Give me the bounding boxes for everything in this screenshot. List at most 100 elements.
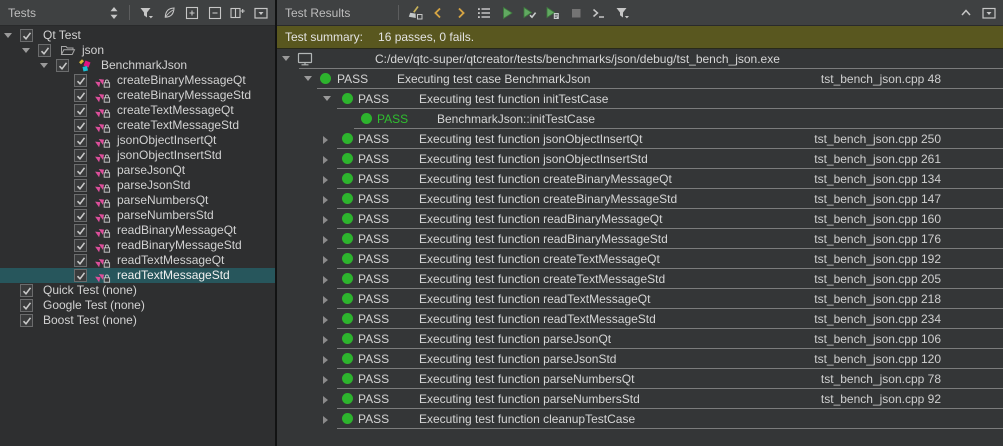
test-checkbox[interactable] bbox=[74, 209, 87, 222]
split-icon[interactable] bbox=[226, 1, 249, 24]
result-file-line[interactable]: tst_bench_json.cpp 218 bbox=[814, 289, 941, 309]
result-row[interactable]: PASSExecuting test function readBinaryMe… bbox=[277, 209, 1003, 229]
result-row[interactable]: PASSExecuting test function jsonObjectIn… bbox=[277, 129, 1003, 149]
stop-icon[interactable] bbox=[564, 1, 587, 24]
result-file-line[interactable]: tst_bench_json.cpp 250 bbox=[814, 129, 941, 149]
test-checkbox[interactable] bbox=[74, 74, 87, 87]
result-row[interactable]: PASSExecuting test function parseNumbers… bbox=[277, 389, 1003, 409]
result-row[interactable]: PASSExecuting test function readTextMess… bbox=[277, 309, 1003, 329]
tree-item-benchmarkjson[interactable]: BenchmarkJson bbox=[0, 58, 275, 73]
result-row[interactable]: PASSExecuting test function readBinaryMe… bbox=[277, 229, 1003, 249]
filter-icon[interactable] bbox=[610, 1, 633, 24]
expander-closed-icon[interactable] bbox=[323, 316, 328, 324]
result-row[interactable]: PASSExecuting test function createTextMe… bbox=[277, 249, 1003, 269]
result-file-line[interactable]: tst_bench_json.cpp 48 bbox=[821, 69, 941, 89]
result-row[interactable]: PASSExecuting test function createBinary… bbox=[277, 169, 1003, 189]
result-row[interactable]: PASSExecuting test function initTestCase bbox=[277, 89, 1003, 109]
tree-item-readtextmessageqt[interactable]: readTextMessageQt bbox=[0, 253, 275, 268]
result-row[interactable]: PASSExecuting test case BenchmarkJsontst… bbox=[277, 69, 1003, 89]
result-file-line[interactable]: tst_bench_json.cpp 234 bbox=[814, 309, 941, 329]
run-selected-icon[interactable] bbox=[518, 1, 541, 24]
tree-item-parsejsonstd[interactable]: parseJsonStd bbox=[0, 178, 275, 193]
next-icon[interactable] bbox=[449, 1, 472, 24]
tree-item-qt-test[interactable]: Qt Test bbox=[0, 28, 275, 43]
filter-icon[interactable] bbox=[134, 1, 157, 24]
test-checkbox[interactable] bbox=[74, 179, 87, 192]
result-file-line[interactable]: tst_bench_json.cpp 192 bbox=[814, 249, 941, 269]
run-all-icon[interactable] bbox=[495, 1, 518, 24]
tree-item-boost-test-none-[interactable]: Boost Test (none) bbox=[0, 313, 275, 328]
tree-item-google-test-none-[interactable]: Google Test (none) bbox=[0, 298, 275, 313]
expander-open-icon[interactable] bbox=[22, 48, 30, 53]
tree-item-createbinarymessageqt[interactable]: createBinaryMessageQt bbox=[0, 73, 275, 88]
test-checkbox[interactable] bbox=[74, 119, 87, 132]
tree-item-parsenumbersstd[interactable]: parseNumbersStd bbox=[0, 208, 275, 223]
expander-closed-icon[interactable] bbox=[323, 216, 328, 224]
expander-open-icon[interactable] bbox=[40, 63, 48, 68]
test-checkbox[interactable] bbox=[74, 239, 87, 252]
result-row[interactable]: PASSExecuting test function readTextMess… bbox=[277, 289, 1003, 309]
tree-item-createtextmessageqt[interactable]: createTextMessageQt bbox=[0, 103, 275, 118]
result-file-line[interactable]: tst_bench_json.cpp 134 bbox=[814, 169, 941, 189]
clean-icon[interactable] bbox=[403, 1, 426, 24]
sort-icon[interactable] bbox=[102, 1, 125, 24]
test-checkbox[interactable] bbox=[74, 194, 87, 207]
expander-closed-icon[interactable] bbox=[323, 156, 328, 164]
test-checkbox[interactable] bbox=[20, 29, 33, 42]
tree-item-jsonobjectinsertstd[interactable]: jsonObjectInsertStd bbox=[0, 148, 275, 163]
tree-item-createtextmessagestd[interactable]: createTextMessageStd bbox=[0, 118, 275, 133]
leaf-icon[interactable] bbox=[157, 1, 180, 24]
expander-closed-icon[interactable] bbox=[323, 136, 328, 144]
expander-closed-icon[interactable] bbox=[323, 176, 328, 184]
tree-item-jsonobjectinsertqt[interactable]: jsonObjectInsertQt bbox=[0, 133, 275, 148]
test-checkbox[interactable] bbox=[38, 44, 51, 57]
chevron-up-icon[interactable] bbox=[954, 1, 977, 24]
expander-closed-icon[interactable] bbox=[323, 416, 328, 424]
result-file-line[interactable]: tst_bench_json.cpp 261 bbox=[814, 149, 941, 169]
test-checkbox[interactable] bbox=[56, 59, 69, 72]
result-file-line[interactable]: tst_bench_json.cpp 176 bbox=[814, 229, 941, 249]
expander-closed-icon[interactable] bbox=[323, 296, 328, 304]
expander-closed-icon[interactable] bbox=[323, 196, 328, 204]
result-row[interactable]: PASSExecuting test function createBinary… bbox=[277, 189, 1003, 209]
expander-open-icon[interactable] bbox=[4, 33, 12, 38]
expander-closed-icon[interactable] bbox=[323, 376, 328, 384]
tree-item-parsejsonqt[interactable]: parseJsonQt bbox=[0, 163, 275, 178]
result-row-executable[interactable]: C:/dev/qtc-super/qtcreator/tests/benchma… bbox=[277, 49, 1003, 69]
test-checkbox[interactable] bbox=[20, 299, 33, 312]
tree-item-readbinarymessageqt[interactable]: readBinaryMessageQt bbox=[0, 223, 275, 238]
result-row[interactable]: PASSExecuting test function jsonObjectIn… bbox=[277, 149, 1003, 169]
result-file-line[interactable]: tst_bench_json.cpp 160 bbox=[814, 209, 941, 229]
collapse-all-icon[interactable] bbox=[203, 1, 226, 24]
expand-all-icon[interactable] bbox=[180, 1, 203, 24]
hide-panel-icon[interactable] bbox=[249, 1, 272, 24]
expander-closed-icon[interactable] bbox=[323, 236, 328, 244]
expander-open-icon[interactable] bbox=[323, 96, 331, 101]
test-checkbox[interactable] bbox=[74, 269, 87, 282]
test-checkbox[interactable] bbox=[74, 254, 87, 267]
result-file-line[interactable]: tst_bench_json.cpp 205 bbox=[814, 269, 941, 289]
test-checkbox[interactable] bbox=[20, 284, 33, 297]
expander-closed-icon[interactable] bbox=[323, 336, 328, 344]
result-file-line[interactable]: tst_bench_json.cpp 92 bbox=[821, 389, 941, 409]
test-checkbox[interactable] bbox=[20, 314, 33, 327]
expander-closed-icon[interactable] bbox=[323, 356, 328, 364]
tree-item-parsenumbersqt[interactable]: parseNumbersQt bbox=[0, 193, 275, 208]
tree-item-quick-test-none-[interactable]: Quick Test (none) bbox=[0, 283, 275, 298]
result-file-line[interactable]: tst_bench_json.cpp 106 bbox=[814, 329, 941, 349]
expander-open-icon[interactable] bbox=[282, 56, 290, 61]
test-checkbox[interactable] bbox=[74, 104, 87, 117]
test-checkbox[interactable] bbox=[74, 164, 87, 177]
test-checkbox[interactable] bbox=[74, 149, 87, 162]
result-file-line[interactable]: tst_bench_json.cpp 78 bbox=[821, 369, 941, 389]
result-row[interactable]: PASSExecuting test function cleanupTestC… bbox=[277, 409, 1003, 429]
result-row[interactable]: PASSExecuting test function parseJsonQtt… bbox=[277, 329, 1003, 349]
expander-closed-icon[interactable] bbox=[323, 276, 328, 284]
tree-item-readtextmessagestd[interactable]: readTextMessageStd bbox=[0, 268, 275, 283]
run-file-icon[interactable] bbox=[541, 1, 564, 24]
test-checkbox[interactable] bbox=[74, 134, 87, 147]
result-file-line[interactable]: tst_bench_json.cpp 147 bbox=[814, 189, 941, 209]
prev-icon[interactable] bbox=[426, 1, 449, 24]
terminal-icon[interactable] bbox=[587, 1, 610, 24]
tree-item-json[interactable]: json bbox=[0, 43, 275, 58]
